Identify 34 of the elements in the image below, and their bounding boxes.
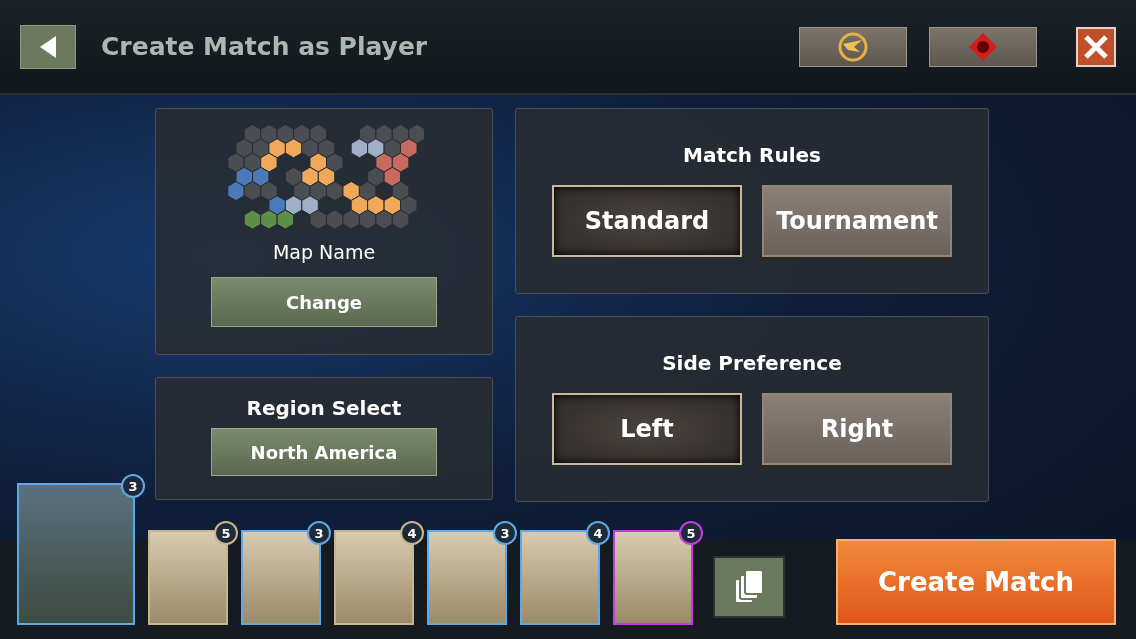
option-button[interactable]: Right [762, 393, 952, 465]
unit-card[interactable] [613, 530, 693, 625]
unit-card[interactable] [241, 530, 321, 625]
faction-button[interactable] [799, 26, 907, 67]
panel-title: Side Preference [662, 351, 842, 375]
commander-card[interactable] [17, 483, 135, 625]
deck-button[interactable] [713, 556, 785, 618]
panel-title: Region Select [246, 396, 402, 420]
back-icon [40, 35, 56, 58]
back-button[interactable] [20, 24, 76, 69]
panel-title: Match Rules [683, 143, 821, 167]
option-button[interactable]: Tournament [762, 185, 952, 257]
level-badge: 5 [214, 521, 238, 545]
level-badge: 4 [586, 521, 610, 545]
level-badge: 3 [493, 521, 517, 545]
unit-card[interactable] [334, 530, 414, 625]
create-match-button[interactable]: Create Match [836, 539, 1116, 625]
cards-icon [733, 569, 765, 605]
unit-card[interactable] [148, 530, 228, 625]
change-button[interactable]: Change [211, 277, 437, 327]
close-icon [1083, 33, 1109, 60]
level-badge: 3 [121, 474, 145, 498]
close-button[interactable] [1076, 26, 1116, 67]
level-badge: 4 [400, 521, 424, 545]
unit-card[interactable] [520, 530, 600, 625]
map-name: Map Name [272, 241, 376, 263]
page-title: Create Match as Player [101, 32, 429, 61]
option-button[interactable]: Left [552, 393, 742, 465]
level-badge: 3 [307, 521, 331, 545]
region-button[interactable]: North America [211, 428, 437, 476]
faction-button[interactable] [929, 26, 1037, 67]
unit-card[interactable] [427, 530, 507, 625]
option-button[interactable]: Standard [552, 185, 742, 257]
level-badge: 5 [679, 521, 703, 545]
